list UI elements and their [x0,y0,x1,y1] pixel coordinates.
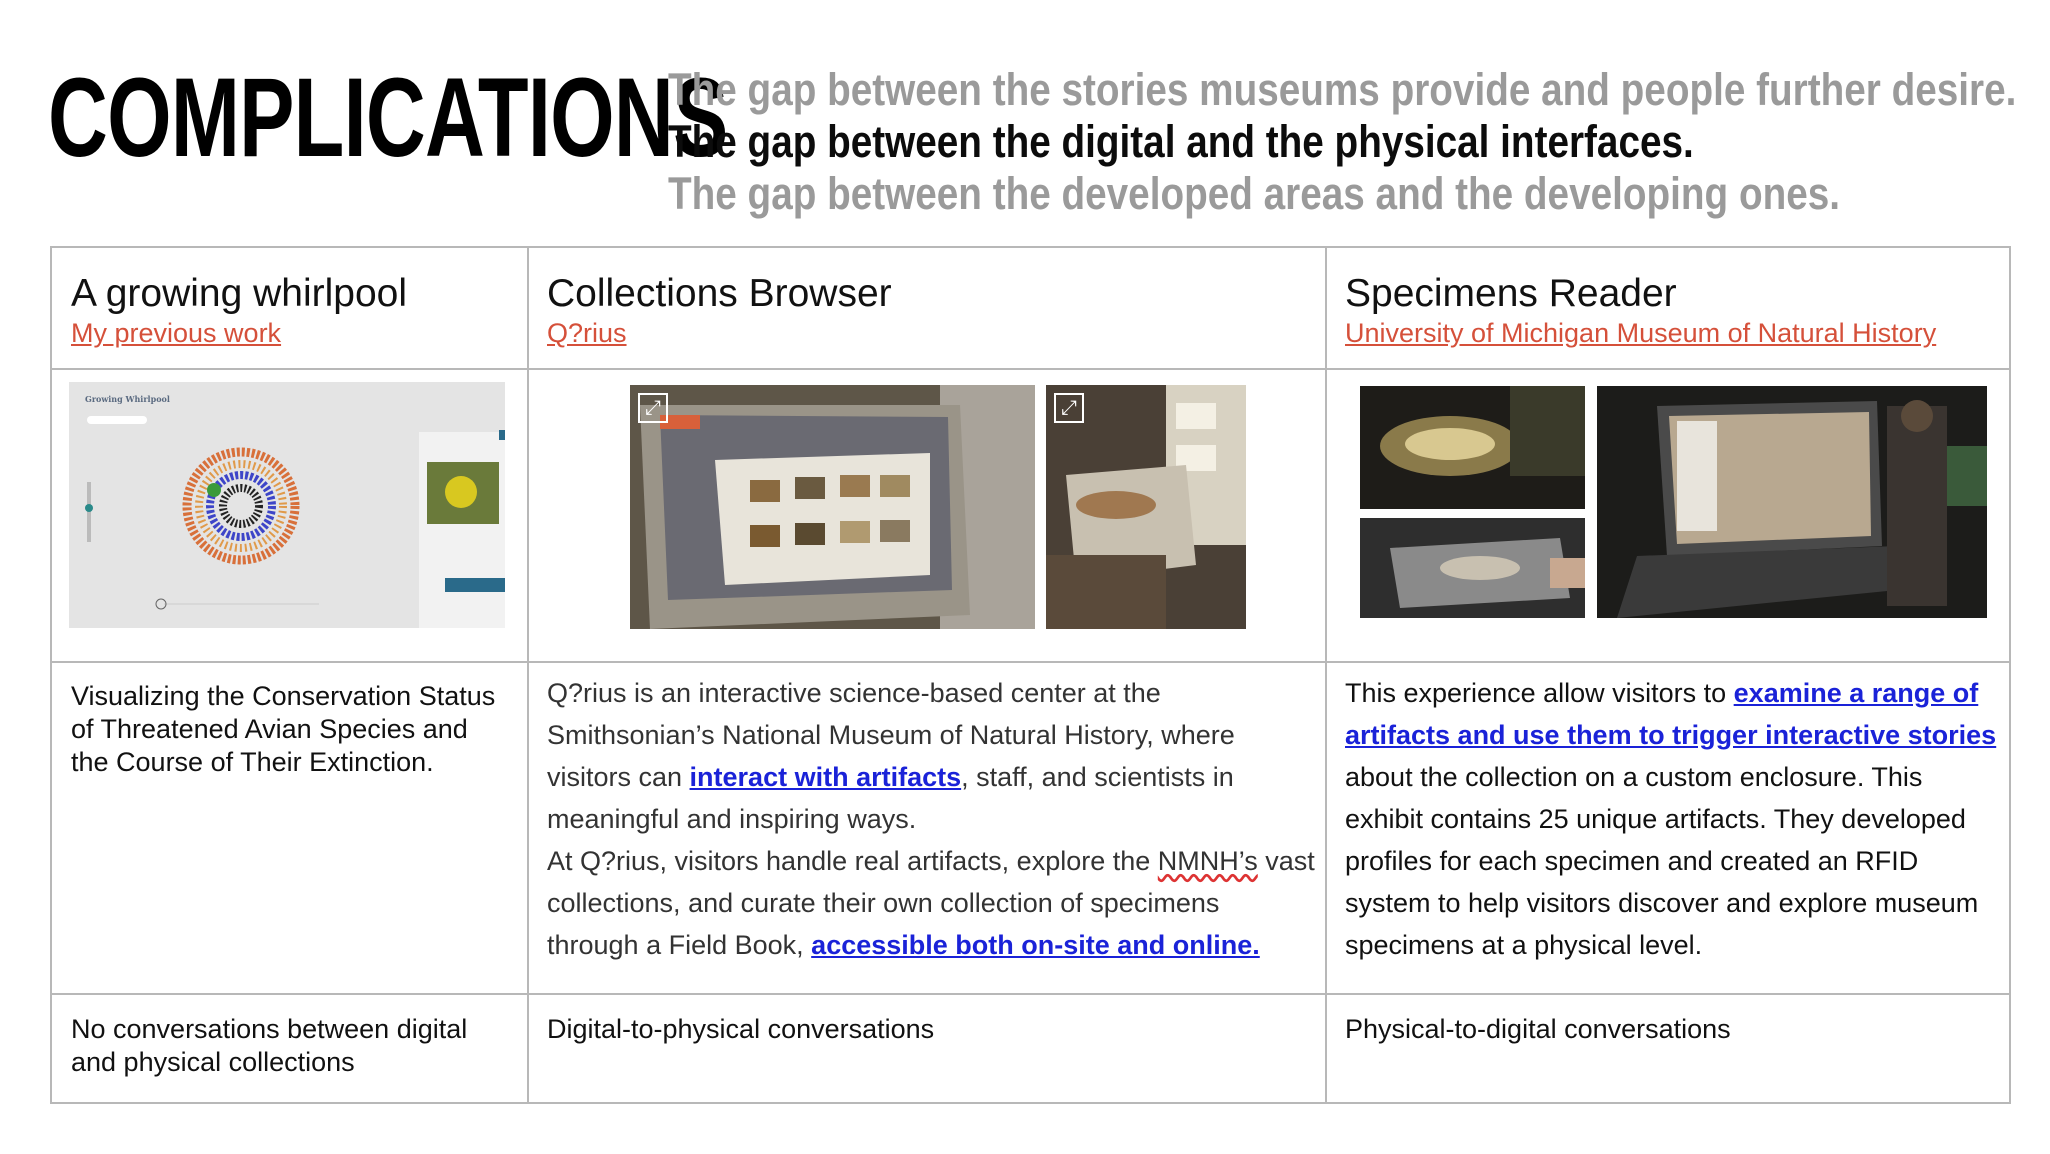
collections-browser-photo: ⤢ [630,385,1035,629]
gap-statements: The gap between the stories museums prov… [668,64,2050,220]
collections-browser-description: Q?rius is an interactive science-based c… [547,672,1317,966]
specimen-drawer-photo: ⤢ [1046,385,1246,629]
column-header-whirlpool: A growing whirlpool My previous work [71,272,407,350]
column-title: A growing whirlpool [71,272,408,315]
gap-statement-stories: The gap between the stories museums prov… [668,64,2017,115]
spellcheck-flagged-word: NMNH’s [1157,846,1258,876]
row-divider [52,993,2009,995]
accessible-online-link[interactable]: accessible both on-site and online. [811,930,1260,960]
expand-icon[interactable]: ⤢ [638,393,668,423]
row-divider [52,661,2009,663]
gap-statement-interfaces: The gap between the digital and the phys… [668,116,1694,167]
whirlpool-screenshot: Growing Whirlpool [69,382,505,628]
interact-with-artifacts-link[interactable]: interact with artifacts [690,762,962,792]
collections-browser-conversation: Digital-to-physical conversations [547,1014,935,1044]
specimens-reader-conversation: Physical-to-digital conversations [1345,1014,1731,1044]
whirlpool-description: Visualizing the Conservation Status of T… [71,681,496,777]
specimens-table-photo [1360,386,1585,509]
description-text: At Q?rius, visitors handle real artifact… [547,846,1158,876]
column-header-specimens-reader: Specimens Reader University of Michigan … [1345,272,1936,350]
column-divider [527,248,529,1102]
description-text: This experience allow visitors to [1345,678,1734,708]
gap-statement-areas: The gap between the developed areas and … [668,168,1841,219]
expand-icon[interactable]: ⤢ [1054,393,1084,423]
specimen-case-photo [1360,518,1585,618]
column-header-collections-browser: Collections Browser Q?rius [547,272,892,350]
whirlpool-chart [85,430,505,628]
photo-scene [1360,518,1585,618]
row-divider [52,368,2009,370]
column-subtitle-link[interactable]: Q?rius [547,316,892,350]
description-text: about the collection on a custom enclosu… [1345,762,1979,960]
photo-scene [1360,386,1585,509]
page-title: COMPLICATIONS [48,55,728,180]
column-title: Collections Browser [547,272,892,315]
photo-scene [630,385,1035,629]
column-subtitle-link[interactable]: University of Michigan Museum of Natural… [1345,316,1936,350]
photo-scene [1597,386,1987,618]
specimens-reader-description: This experience allow visitors to examin… [1345,672,2005,966]
specimens-reader-kiosk-photo [1597,386,1987,618]
column-title: Specimens Reader [1345,272,1677,315]
column-subtitle-link[interactable]: My previous work [71,316,407,350]
whirlpool-conversation: No conversations between digital and phy… [71,1014,468,1077]
comparison-table: A growing whirlpool My previous work Col… [50,246,2011,1104]
column-divider [1325,248,1327,1102]
